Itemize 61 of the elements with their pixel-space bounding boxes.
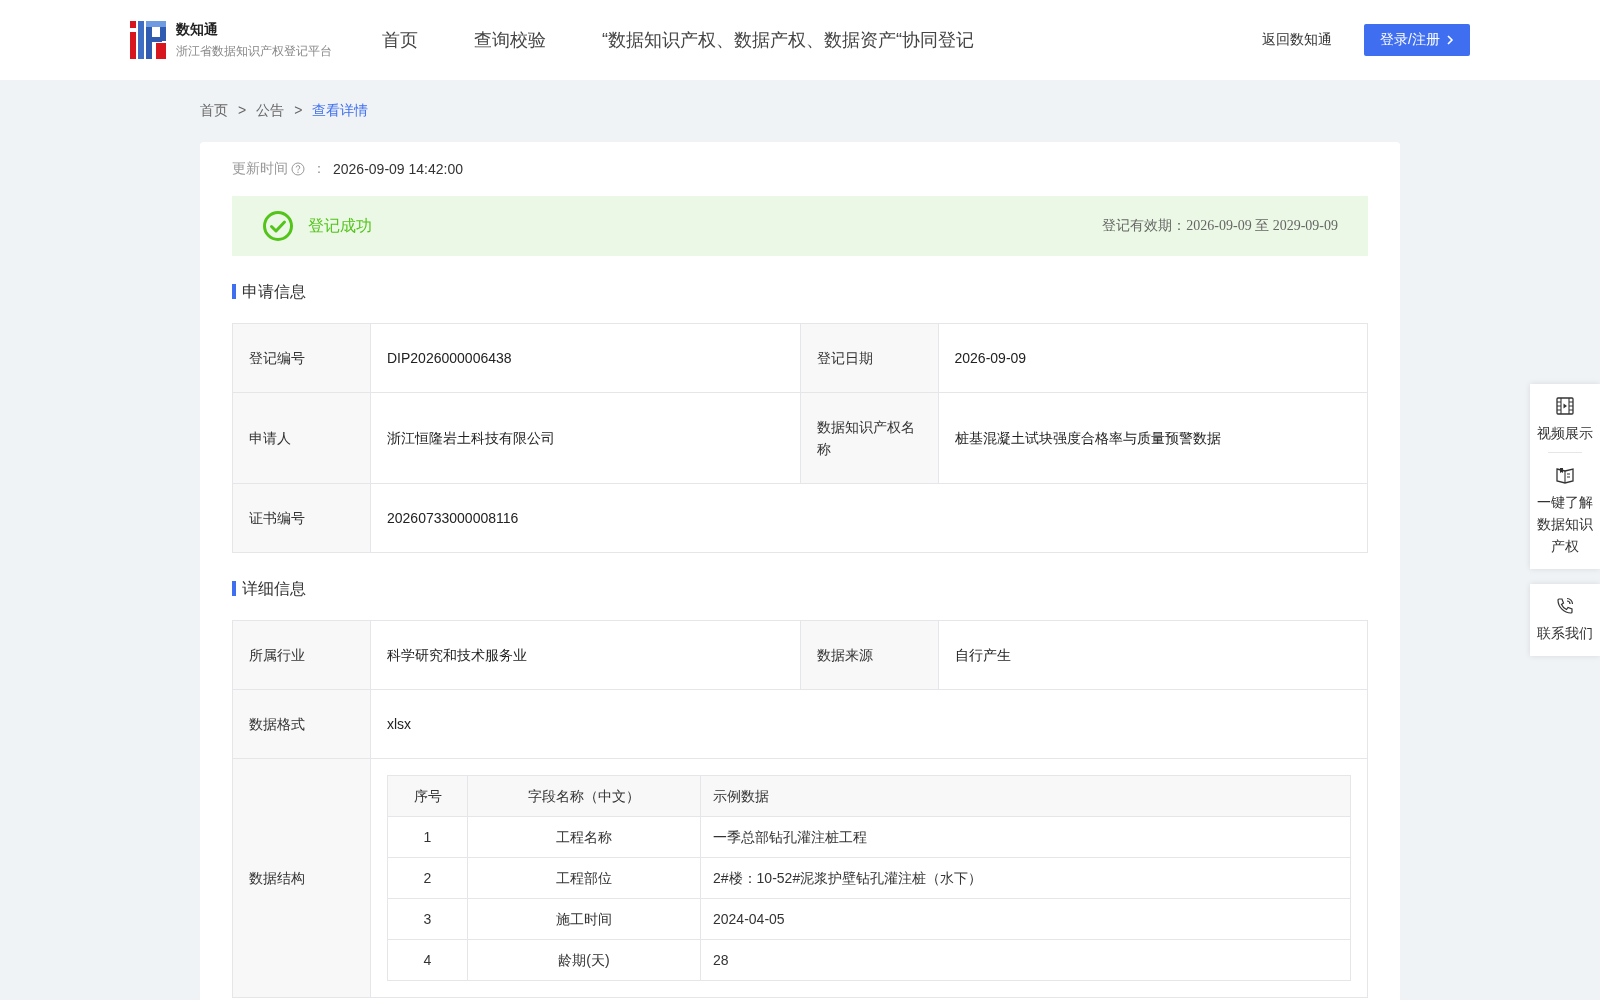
section-title: 详细信息 <box>232 581 1368 596</box>
table-cell: 2024-04-05 <box>700 898 1351 940</box>
column-header: 序号 <box>387 775 468 817</box>
table-cell: 一季总部钻孔灌注桩工程 <box>700 816 1351 858</box>
table-cell: 施工时间 <box>467 898 701 940</box>
table-cell: 工程名称 <box>467 816 701 858</box>
breadcrumb-separator: > <box>238 102 247 120</box>
side-panel-item[interactable]: 一键了解数据知识产权 <box>1535 465 1595 557</box>
field-label: 数据结构 <box>232 758 371 998</box>
table-cell: 龄期(天) <box>467 939 701 981</box>
logo-subtitle: 浙江省数据知识产权登记平台 <box>176 42 332 60</box>
nav-link[interactable]: 首页 <box>382 28 418 52</box>
field-value: xlsx <box>370 689 1368 759</box>
table-cell: 2 <box>387 857 468 899</box>
table-cell: 1 <box>387 816 468 858</box>
status-text: 登记成功 <box>308 215 373 236</box>
field-value: 浙江恒隆岩土科技有限公司 <box>370 392 800 484</box>
nav-link[interactable]: 查询校验 <box>474 28 546 52</box>
field-label: 登记日期 <box>800 323 938 393</box>
breadcrumb-link[interactable]: 公告 <box>256 102 285 120</box>
validity-period: 登记有效期：2026-09-09 至 2029-09-09 <box>1102 217 1338 235</box>
logo-name: 数知通 <box>176 20 219 39</box>
colon: ： <box>312 160 326 178</box>
field-value: 科学研究和技术服务业 <box>370 620 800 690</box>
update-time-label: 更新时间 <box>232 160 288 178</box>
column-header: 字段名称（中文） <box>467 775 701 817</box>
logo-icon <box>130 21 166 59</box>
book-icon <box>1555 465 1575 485</box>
table-cell: 28 <box>700 939 1351 981</box>
field-label: 登记编号 <box>232 323 371 393</box>
film-icon <box>1555 396 1575 416</box>
nav-link[interactable]: “数据知识产权、数据产权、数据资产“协同登记 <box>602 28 974 52</box>
field-value: DIP2026000006438 <box>370 323 800 393</box>
table-cell: 2#楼：10-52#泥浆护壁钻孔灌注桩（水下） <box>700 857 1351 899</box>
breadcrumb-separator: > <box>294 102 303 120</box>
side-panel-item[interactable]: 联系我们 <box>1535 596 1595 644</box>
section-title: 申请信息 <box>232 284 1368 299</box>
field-value: 桩基混凝土试块强度合格率与质量预警数据 <box>938 392 1368 484</box>
check-circle-icon <box>262 210 294 242</box>
side-panel-item[interactable]: 视频展示 <box>1535 396 1595 444</box>
login-button[interactable]: 登录/注册 <box>1364 24 1470 56</box>
table-cell: 工程部位 <box>467 857 701 899</box>
breadcrumb-link[interactable]: 首页 <box>200 102 228 120</box>
field-label: 数据格式 <box>232 689 371 759</box>
field-value: 20260733000008116 <box>370 483 1368 553</box>
help-icon[interactable] <box>291 162 305 176</box>
field-label: 数据知识产权名称 <box>800 392 938 484</box>
table-cell: 3 <box>387 898 468 940</box>
back-link[interactable]: 返回数知通 <box>1262 31 1333 49</box>
field-label: 所属行业 <box>232 620 371 690</box>
table-cell: 4 <box>387 939 468 981</box>
field-value: 2026-09-09 <box>938 323 1368 393</box>
column-header: 示例数据 <box>700 775 1351 817</box>
update-time-value: 2026-09-09 14:42:00 <box>333 161 463 177</box>
field-label: 申请人 <box>232 392 371 484</box>
chevron-icon <box>1446 34 1454 46</box>
phone-icon <box>1555 596 1575 616</box>
field-value: 自行产生 <box>938 620 1368 690</box>
field-label: 数据来源 <box>800 620 938 690</box>
breadcrumb-link[interactable]: 查看详情 <box>312 102 369 120</box>
field-label: 证书编号 <box>232 483 371 553</box>
